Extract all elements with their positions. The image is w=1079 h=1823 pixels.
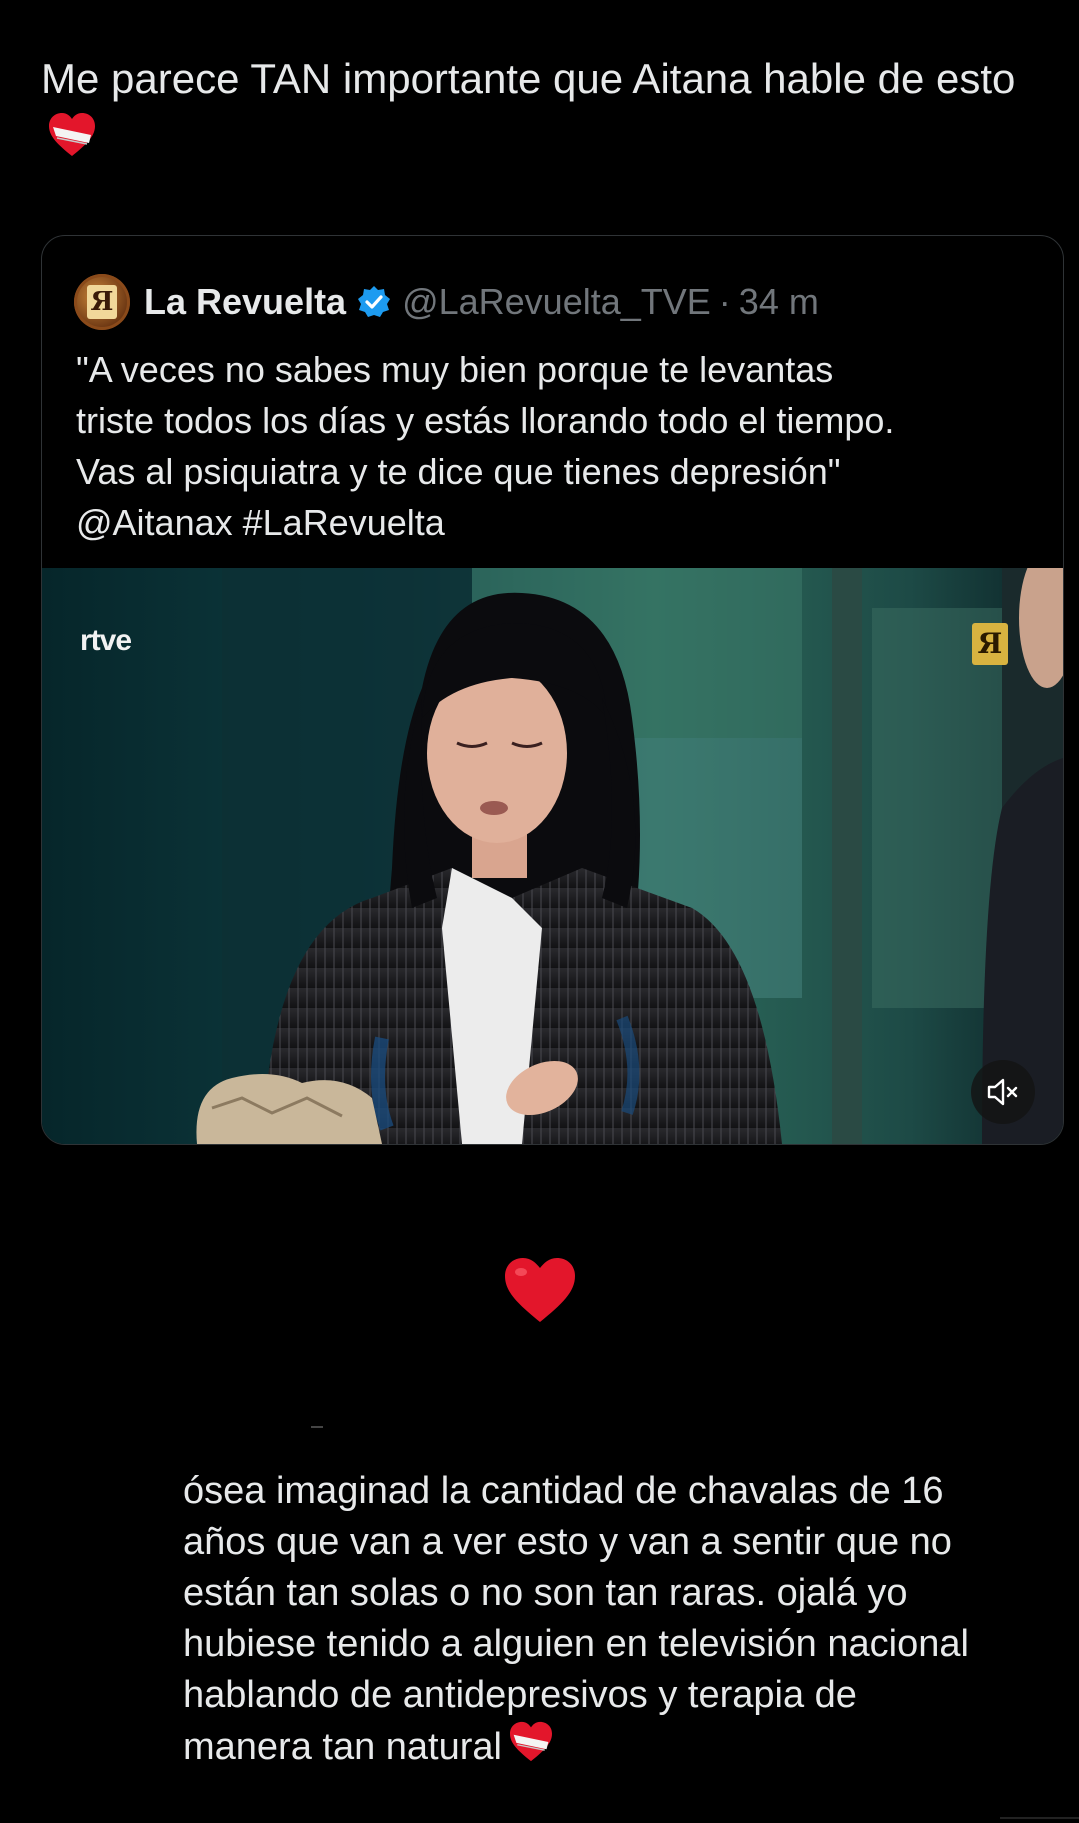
separator-dot: · (718, 281, 731, 322)
quoted-tweet-body: "A veces no sabes muy bien porque te lev… (76, 344, 1036, 548)
broadcaster-logo: rtve (80, 624, 132, 657)
reply-text: ósea imaginad la cantidad de chavalas de… (183, 1466, 1063, 1777)
red-heart-icon (503, 1256, 577, 1324)
quoted-author-name[interactable]: La Revuelta (144, 281, 346, 323)
verified-badge-icon (356, 284, 392, 320)
quoted-tweet-card[interactable]: Я La Revuelta @LaRevuelta_TVE · 34 m "A … (41, 235, 1064, 1145)
channel-bug-logo: Я (972, 623, 1008, 665)
reply-line: hubiese tenido a alguien en televisión n… (183, 1623, 969, 1665)
video-frame (42, 568, 1063, 1144)
avatar-logo: Я (87, 285, 117, 319)
divider (311, 1426, 323, 1428)
reply-line: manera tan natural (183, 1726, 502, 1769)
reply-line: años que van a ver esto y van a sentir q… (183, 1521, 952, 1563)
avatar[interactable]: Я (74, 274, 130, 330)
post-text-content: Me parece TAN importante que Aitana habl… (41, 55, 1016, 102)
quoted-body-line: "A veces no sabes muy bien porque te lev… (76, 349, 834, 390)
speaker-muted-icon (986, 1077, 1020, 1107)
video-player[interactable]: rtve Я (42, 568, 1063, 1144)
post-text: Me parece TAN importante que Aitana habl… (41, 48, 1041, 175)
quoted-author-handle[interactable]: @LaRevuelta_TVE (402, 281, 711, 323)
mute-button[interactable] (971, 1060, 1035, 1124)
mending-heart-icon (47, 112, 97, 175)
quoted-body-line: @Aitanax #LaRevuelta (76, 502, 445, 543)
reply-line-last: manera tan natural (183, 1721, 1063, 1777)
divider (1000, 1817, 1079, 1819)
reply-line: hablando de antidepresivos y terapia de (183, 1674, 857, 1716)
quoted-body-line: Vas al psiquiatra y te dice que tienes d… (76, 451, 841, 492)
mending-heart-icon (508, 1721, 554, 1777)
quoted-tweet-header: Я La Revuelta @LaRevuelta_TVE · 34 m (74, 274, 819, 330)
quoted-body-line: triste todos los días y estás llorando t… (76, 400, 895, 441)
quoted-timestamp[interactable]: 34 m (739, 281, 819, 323)
reply-line: ósea imaginad la cantidad de chavalas de… (183, 1470, 944, 1512)
reply-line: están tan solas o no son tan raras. ojal… (183, 1572, 908, 1614)
